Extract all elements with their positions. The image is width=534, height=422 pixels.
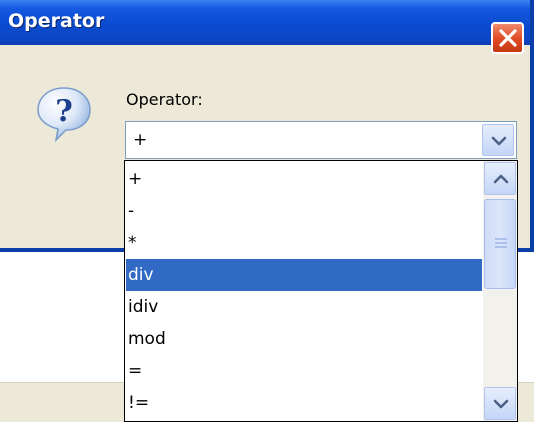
chevron-up-icon — [493, 174, 509, 184]
dialog-title: Operator — [8, 10, 105, 32]
combobox-value: + — [133, 130, 148, 150]
scroll-down-button[interactable] — [484, 387, 516, 420]
list-item[interactable]: mod — [126, 323, 482, 355]
grip-icon — [495, 238, 507, 248]
operator-label: Operator: — [126, 90, 203, 109]
list-item-highlighted[interactable]: div — [126, 259, 482, 291]
chevron-down-icon — [493, 399, 509, 409]
dropdown-scrollbar[interactable] — [483, 161, 517, 421]
scroll-thumb[interactable] — [484, 199, 516, 289]
svg-text:?: ? — [55, 94, 73, 129]
dropdown-toggle-button[interactable] — [482, 124, 514, 156]
close-icon — [499, 29, 517, 47]
title-bar[interactable]: Operator — [0, 0, 530, 45]
list-item[interactable]: idiv — [126, 291, 482, 323]
list-item[interactable]: = — [126, 355, 482, 387]
screen: Operator ? Operator: + + - * div idiv mo… — [0, 0, 534, 422]
list-item[interactable]: + — [126, 163, 482, 195]
operator-combobox[interactable]: + — [125, 121, 517, 159]
list-item[interactable]: != — [126, 387, 482, 419]
list-item[interactable]: - — [126, 195, 482, 227]
chevron-down-icon — [491, 136, 507, 146]
list-item[interactable]: * — [126, 227, 482, 259]
close-button[interactable] — [491, 22, 524, 54]
operator-dropdown-list[interactable]: + - * div idiv mod = != — [124, 160, 518, 422]
question-mark-icon: ? — [37, 87, 91, 143]
scroll-up-button[interactable] — [484, 162, 516, 195]
